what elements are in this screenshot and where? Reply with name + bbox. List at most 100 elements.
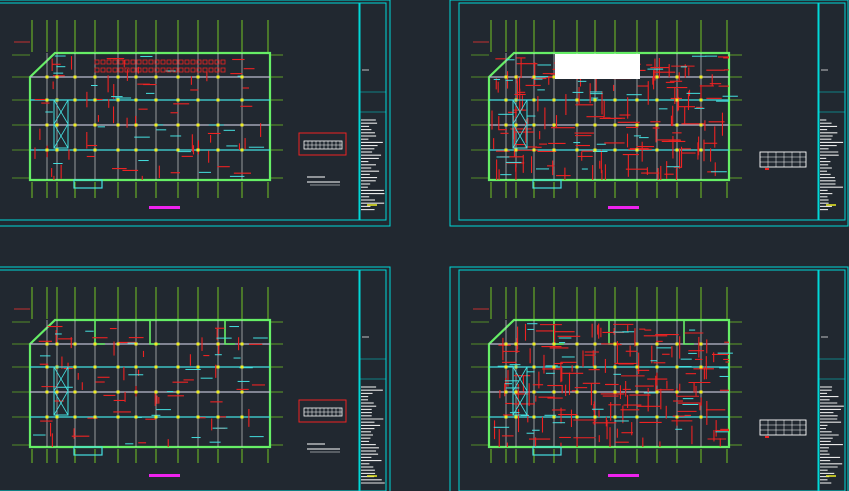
column-marker xyxy=(504,342,508,346)
column-marker xyxy=(240,148,244,152)
column-marker xyxy=(176,342,180,346)
column-marker xyxy=(116,390,120,394)
column-marker xyxy=(504,365,508,369)
column-marker xyxy=(196,75,200,79)
column-marker xyxy=(134,365,138,369)
column-marker xyxy=(655,365,659,369)
column-marker xyxy=(73,365,77,369)
column-marker xyxy=(45,148,49,152)
column-marker xyxy=(93,365,97,369)
column-marker xyxy=(552,123,556,127)
column-marker xyxy=(504,415,508,419)
column-marker xyxy=(575,390,579,394)
column-marker xyxy=(613,415,617,419)
column-marker xyxy=(532,148,536,152)
column-marker xyxy=(613,123,617,127)
column-marker xyxy=(45,390,49,394)
column-marker xyxy=(176,123,180,127)
column-marker xyxy=(532,123,536,127)
column-marker xyxy=(593,415,597,419)
column-marker xyxy=(532,98,536,102)
column-marker xyxy=(675,390,679,394)
column-marker xyxy=(240,365,244,369)
column-marker xyxy=(134,390,138,394)
column-marker xyxy=(240,415,244,419)
column-marker xyxy=(532,365,536,369)
column-marker xyxy=(196,148,200,152)
column-marker xyxy=(216,98,220,102)
column-marker xyxy=(504,148,508,152)
column-marker xyxy=(216,75,220,79)
column-marker xyxy=(116,75,120,79)
column-marker xyxy=(699,415,703,419)
column-marker xyxy=(655,75,659,79)
column-marker xyxy=(73,415,77,419)
column-marker xyxy=(73,342,77,346)
column-marker xyxy=(93,148,97,152)
column-marker xyxy=(240,75,244,79)
column-marker xyxy=(655,148,659,152)
column-marker xyxy=(240,123,244,127)
column-marker xyxy=(699,75,703,79)
column-marker xyxy=(655,390,659,394)
column-marker xyxy=(216,148,220,152)
column-marker xyxy=(116,98,120,102)
column-marker xyxy=(575,342,579,346)
column-marker xyxy=(134,98,138,102)
column-marker xyxy=(45,75,49,79)
column-marker xyxy=(613,148,617,152)
column-marker xyxy=(196,98,200,102)
cad-model-space[interactable] xyxy=(0,0,849,491)
column-marker xyxy=(134,123,138,127)
column-marker xyxy=(593,123,597,127)
column-marker xyxy=(514,342,518,346)
column-marker xyxy=(154,98,158,102)
column-marker xyxy=(699,148,703,152)
column-marker xyxy=(593,365,597,369)
column-marker xyxy=(116,342,120,346)
column-marker xyxy=(154,148,158,152)
column-marker xyxy=(154,342,158,346)
column-marker xyxy=(593,148,597,152)
column-marker xyxy=(93,123,97,127)
column-marker xyxy=(55,148,59,152)
column-marker xyxy=(216,415,220,419)
column-marker xyxy=(134,415,138,419)
column-marker xyxy=(613,390,617,394)
drawing-title-bar xyxy=(608,206,639,209)
column-marker xyxy=(655,342,659,346)
column-marker xyxy=(116,365,120,369)
column-marker xyxy=(675,148,679,152)
column-marker xyxy=(655,415,659,419)
column-marker xyxy=(73,98,77,102)
column-marker xyxy=(699,98,703,102)
column-marker xyxy=(176,98,180,102)
column-marker xyxy=(552,390,556,394)
column-marker xyxy=(176,75,180,79)
column-marker xyxy=(655,98,659,102)
column-marker xyxy=(514,75,518,79)
column-marker xyxy=(240,98,244,102)
column-marker xyxy=(93,342,97,346)
column-marker xyxy=(55,75,59,79)
column-marker xyxy=(635,148,639,152)
column-marker xyxy=(176,148,180,152)
column-marker xyxy=(635,415,639,419)
column-marker xyxy=(154,123,158,127)
column-marker xyxy=(216,342,220,346)
column-marker xyxy=(699,365,703,369)
column-marker xyxy=(116,415,120,419)
column-marker xyxy=(55,123,59,127)
column-marker xyxy=(45,415,49,419)
column-marker xyxy=(504,75,508,79)
column-marker xyxy=(575,123,579,127)
column-marker xyxy=(93,75,97,79)
column-marker xyxy=(675,98,679,102)
column-marker xyxy=(575,148,579,152)
column-marker xyxy=(675,415,679,419)
column-marker xyxy=(593,390,597,394)
column-marker xyxy=(635,123,639,127)
column-marker xyxy=(154,365,158,369)
column-marker xyxy=(240,390,244,394)
column-marker xyxy=(73,148,77,152)
